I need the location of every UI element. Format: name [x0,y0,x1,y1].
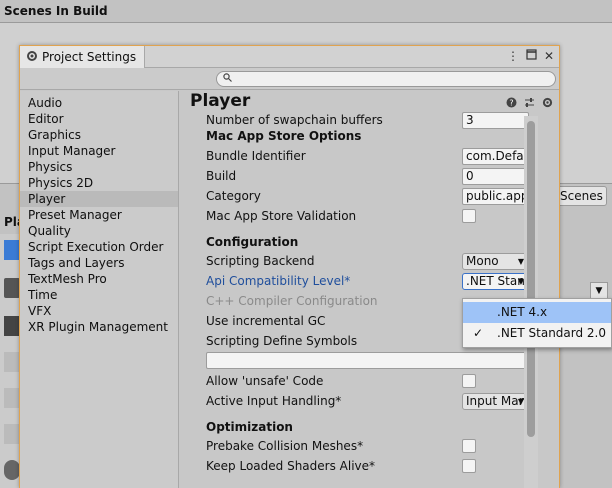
scripting-define-symbols-label: Scripting Define Symbols [206,334,358,348]
window-titlebar: Project Settings ⋮ ✕ [20,46,559,68]
optimization-section: Optimization [206,420,293,434]
sidebar-item-input-manager[interactable]: Input Manager [20,143,178,159]
scrollbar-thumb[interactable] [527,121,535,437]
ps-platform-icon[interactable] [4,388,20,408]
svg-text:?: ? [509,99,513,108]
scripting-backend-dropdown[interactable]: Mono ▼ [462,253,529,270]
tvos-platform-icon[interactable] [4,352,20,372]
menu-item-label: .NET 4.x [497,305,548,319]
allow-unsafe-code-label: Allow 'unsafe' Code [206,374,324,388]
sidebar-item-tags-and-layers[interactable]: Tags and Layers [20,255,178,271]
keep-shaders-checkbox[interactable] [462,459,476,473]
sidebar-item-graphics[interactable]: Graphics [20,127,178,143]
sidebar-item-time[interactable]: Time [20,287,178,303]
mac-app-store-validation-label: Mac App Store Validation [206,209,357,223]
add-open-scenes-button[interactable]: Scenes [555,186,607,206]
sidebar-item-script-execution-order[interactable]: Script Execution Order [20,239,178,255]
mac-app-store-validation-checkbox[interactable] [462,209,476,223]
active-input-handling-dropdown[interactable]: Input Manager (Old) ▼ [462,393,529,410]
build-label: Build [206,169,237,183]
bundle-identifier-label: Bundle Identifier [206,149,306,163]
sidebar-item-physics[interactable]: Physics [20,159,178,175]
configuration-section: Configuration [206,235,299,249]
api-compatibility-menu: .NET 4.x ✓ .NET Standard 2.0 [462,298,612,348]
ios-platform-icon[interactable] [4,424,20,444]
search-icon [223,73,232,85]
active-input-handling-label: Active Input Handling* [206,394,342,408]
scripting-backend-value: Mono [466,254,499,268]
settings-toolbar [20,68,559,90]
swapchain-field[interactable]: 3 [462,112,529,129]
menu-item-label: .NET Standard 2.0 [497,326,607,340]
page-title: Player [190,91,251,111]
gear-icon[interactable] [541,97,553,109]
category-field[interactable]: public.app-category.games [462,188,529,205]
project-settings-window: Project Settings ⋮ ✕ Audio Editor Graphi… [19,45,560,488]
sidebar-item-physics-2d[interactable]: Physics 2D [20,175,178,191]
preset-sliders-icon[interactable] [523,97,535,109]
checkmark-icon: ✓ [473,326,484,340]
sidebar-item-vfx[interactable]: VFX [20,303,178,319]
sidebar-item-xr-plugin-management[interactable]: XR Plugin Management [20,319,178,335]
api-compatibility-label: Api Compatibility Level* [206,274,351,288]
gear-icon [26,50,38,65]
sidebar-item-preset-manager[interactable]: Preset Manager [20,207,178,223]
menu-item-net-4x[interactable]: .NET 4.x [463,302,611,323]
player-settings-panel: Player ? Number of swapchain buffers 3 M… [180,91,559,488]
search-input[interactable] [216,71,556,87]
sidebar-item-quality[interactable]: Quality [20,223,178,239]
help-icon[interactable]: ? [505,97,517,109]
sidebar-item-textmesh-pro[interactable]: TextMesh Pro [20,271,178,287]
pc-platform-icon[interactable] [4,240,20,260]
api-compatibility-dropdown[interactable]: .NET Standard 2.0 ▼ [462,273,529,290]
incremental-gc-label: Use incremental GC [206,314,326,328]
maximize-icon[interactable] [525,49,537,63]
allow-unsafe-code-checkbox[interactable] [462,374,476,388]
sidebar-item-audio[interactable]: Audio [20,95,178,111]
close-icon[interactable]: ✕ [543,49,555,63]
html5-platform-icon[interactable] [4,278,20,298]
prebake-collision-label: Prebake Collision Meshes* [206,439,364,453]
keep-shaders-label: Keep Loaded Shaders Alive* [206,459,376,473]
project-settings-tab[interactable]: Project Settings [20,46,146,68]
sidebar-item-editor[interactable]: Editor [20,111,178,127]
prebake-collision-checkbox[interactable] [462,439,476,453]
window-title: Project Settings [42,50,137,64]
bundle-identifier-field[interactable]: com.DefaultCompany [462,148,529,165]
sidebar-item-player[interactable]: Player [20,191,178,207]
scripting-backend-label: Scripting Backend [206,254,315,268]
cpp-compiler-label: C++ Compiler Configuration [206,294,378,308]
more-options-icon[interactable]: ⋮ [507,49,519,63]
xbox-platform-icon[interactable] [4,460,20,480]
platform-list [0,234,20,488]
menu-item-net-standard[interactable]: ✓ .NET Standard 2.0 [463,323,611,344]
mac-app-store-section: Mac App Store Options [206,129,362,143]
scripting-define-symbols-field[interactable] [206,352,529,369]
uwp-platform-icon[interactable] [4,316,20,336]
build-field[interactable]: 0 [462,168,529,185]
settings-sidebar: Audio Editor Graphics Input Manager Phys… [20,91,179,488]
category-label: Category [206,189,261,203]
scenes-in-build-title: Scenes In Build [4,4,108,18]
